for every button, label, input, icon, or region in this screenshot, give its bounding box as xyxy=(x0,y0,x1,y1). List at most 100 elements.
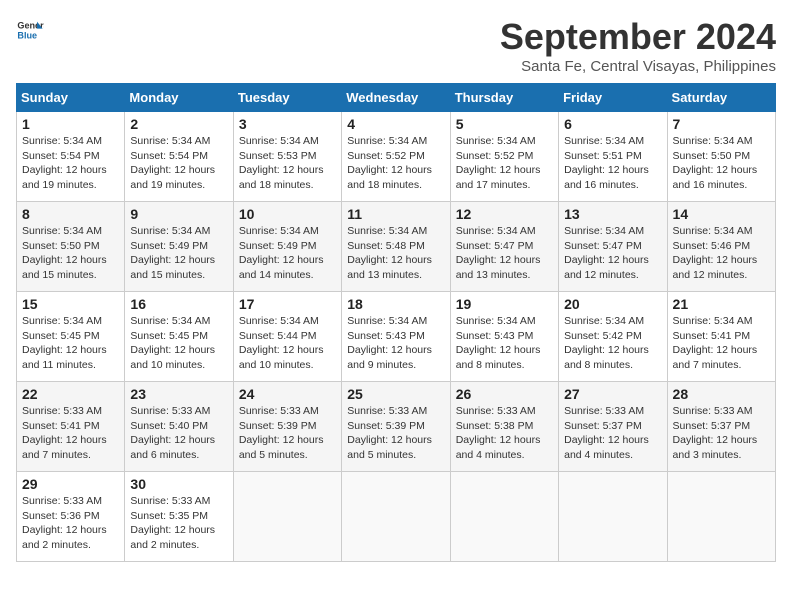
col-friday: Friday xyxy=(559,84,667,112)
calendar-cell: 15 Sunrise: 5:34 AMSunset: 5:45 PMDaylig… xyxy=(17,292,125,382)
day-detail: Sunrise: 5:34 AMSunset: 5:49 PMDaylight:… xyxy=(130,224,227,283)
month-title: September 2024 xyxy=(500,16,776,58)
calendar-cell: 4 Sunrise: 5:34 AMSunset: 5:52 PMDayligh… xyxy=(342,112,450,202)
day-detail: Sunrise: 5:33 AMSunset: 5:39 PMDaylight:… xyxy=(347,404,444,463)
calendar-cell: 8 Sunrise: 5:34 AMSunset: 5:50 PMDayligh… xyxy=(17,202,125,292)
calendar-table: Sunday Monday Tuesday Wednesday Thursday… xyxy=(16,83,776,562)
day-number: 13 xyxy=(564,206,661,222)
calendar-cell: 9 Sunrise: 5:34 AMSunset: 5:49 PMDayligh… xyxy=(125,202,233,292)
day-detail: Sunrise: 5:34 AMSunset: 5:42 PMDaylight:… xyxy=(564,314,661,373)
day-detail: Sunrise: 5:33 AMSunset: 5:40 PMDaylight:… xyxy=(130,404,227,463)
calendar-cell: 25 Sunrise: 5:33 AMSunset: 5:39 PMDaylig… xyxy=(342,382,450,472)
day-number: 8 xyxy=(22,206,119,222)
calendar-cell: 17 Sunrise: 5:34 AMSunset: 5:44 PMDaylig… xyxy=(233,292,341,382)
calendar-cell: 18 Sunrise: 5:34 AMSunset: 5:43 PMDaylig… xyxy=(342,292,450,382)
calendar-cell: 11 Sunrise: 5:34 AMSunset: 5:48 PMDaylig… xyxy=(342,202,450,292)
day-number: 26 xyxy=(456,386,553,402)
day-detail: Sunrise: 5:34 AMSunset: 5:41 PMDaylight:… xyxy=(673,314,770,373)
page-header: General Blue September 2024 Santa Fe, Ce… xyxy=(16,16,776,75)
calendar-week-row: 8 Sunrise: 5:34 AMSunset: 5:50 PMDayligh… xyxy=(17,202,776,292)
day-detail: Sunrise: 5:34 AMSunset: 5:45 PMDaylight:… xyxy=(22,314,119,373)
calendar-week-row: 29 Sunrise: 5:33 AMSunset: 5:36 PMDaylig… xyxy=(17,472,776,562)
calendar-cell: 23 Sunrise: 5:33 AMSunset: 5:40 PMDaylig… xyxy=(125,382,233,472)
day-number: 29 xyxy=(22,476,119,492)
title-block: September 2024 Santa Fe, Central Visayas… xyxy=(500,16,776,75)
calendar-cell: 24 Sunrise: 5:33 AMSunset: 5:39 PMDaylig… xyxy=(233,382,341,472)
day-detail: Sunrise: 5:33 AMSunset: 5:41 PMDaylight:… xyxy=(22,404,119,463)
day-detail: Sunrise: 5:34 AMSunset: 5:46 PMDaylight:… xyxy=(673,224,770,283)
day-number: 14 xyxy=(673,206,770,222)
day-number: 5 xyxy=(456,116,553,132)
calendar-cell: 20 Sunrise: 5:34 AMSunset: 5:42 PMDaylig… xyxy=(559,292,667,382)
day-detail: Sunrise: 5:34 AMSunset: 5:50 PMDaylight:… xyxy=(22,224,119,283)
day-detail: Sunrise: 5:33 AMSunset: 5:37 PMDaylight:… xyxy=(564,404,661,463)
calendar-cell xyxy=(559,472,667,562)
day-number: 10 xyxy=(239,206,336,222)
calendar-cell: 26 Sunrise: 5:33 AMSunset: 5:38 PMDaylig… xyxy=(450,382,558,472)
day-detail: Sunrise: 5:33 AMSunset: 5:35 PMDaylight:… xyxy=(130,494,227,553)
calendar-cell: 13 Sunrise: 5:34 AMSunset: 5:47 PMDaylig… xyxy=(559,202,667,292)
calendar-cell: 6 Sunrise: 5:34 AMSunset: 5:51 PMDayligh… xyxy=(559,112,667,202)
col-sunday: Sunday xyxy=(17,84,125,112)
calendar-cell xyxy=(233,472,341,562)
calendar-cell: 12 Sunrise: 5:34 AMSunset: 5:47 PMDaylig… xyxy=(450,202,558,292)
day-detail: Sunrise: 5:34 AMSunset: 5:54 PMDaylight:… xyxy=(22,134,119,193)
calendar-cell: 5 Sunrise: 5:34 AMSunset: 5:52 PMDayligh… xyxy=(450,112,558,202)
calendar-cell: 22 Sunrise: 5:33 AMSunset: 5:41 PMDaylig… xyxy=(17,382,125,472)
day-number: 18 xyxy=(347,296,444,312)
calendar-cell xyxy=(450,472,558,562)
day-detail: Sunrise: 5:34 AMSunset: 5:43 PMDaylight:… xyxy=(347,314,444,373)
day-detail: Sunrise: 5:33 AMSunset: 5:39 PMDaylight:… xyxy=(239,404,336,463)
logo-icon: General Blue xyxy=(16,16,44,44)
col-tuesday: Tuesday xyxy=(233,84,341,112)
day-detail: Sunrise: 5:34 AMSunset: 5:49 PMDaylight:… xyxy=(239,224,336,283)
calendar-cell: 16 Sunrise: 5:34 AMSunset: 5:45 PMDaylig… xyxy=(125,292,233,382)
calendar-cell: 29 Sunrise: 5:33 AMSunset: 5:36 PMDaylig… xyxy=(17,472,125,562)
day-number: 11 xyxy=(347,206,444,222)
calendar-cell: 27 Sunrise: 5:33 AMSunset: 5:37 PMDaylig… xyxy=(559,382,667,472)
calendar-cell: 14 Sunrise: 5:34 AMSunset: 5:46 PMDaylig… xyxy=(667,202,775,292)
calendar-cell: 28 Sunrise: 5:33 AMSunset: 5:37 PMDaylig… xyxy=(667,382,775,472)
svg-text:Blue: Blue xyxy=(17,30,37,40)
day-detail: Sunrise: 5:34 AMSunset: 5:53 PMDaylight:… xyxy=(239,134,336,193)
calendar-cell: 1 Sunrise: 5:34 AMSunset: 5:54 PMDayligh… xyxy=(17,112,125,202)
col-thursday: Thursday xyxy=(450,84,558,112)
day-detail: Sunrise: 5:34 AMSunset: 5:52 PMDaylight:… xyxy=(347,134,444,193)
calendar-cell: 21 Sunrise: 5:34 AMSunset: 5:41 PMDaylig… xyxy=(667,292,775,382)
day-detail: Sunrise: 5:34 AMSunset: 5:47 PMDaylight:… xyxy=(564,224,661,283)
col-wednesday: Wednesday xyxy=(342,84,450,112)
calendar-cell xyxy=(667,472,775,562)
day-number: 24 xyxy=(239,386,336,402)
col-saturday: Saturday xyxy=(667,84,775,112)
day-number: 6 xyxy=(564,116,661,132)
day-number: 4 xyxy=(347,116,444,132)
calendar-cell: 2 Sunrise: 5:34 AMSunset: 5:54 PMDayligh… xyxy=(125,112,233,202)
calendar-body: 1 Sunrise: 5:34 AMSunset: 5:54 PMDayligh… xyxy=(17,112,776,562)
day-detail: Sunrise: 5:33 AMSunset: 5:37 PMDaylight:… xyxy=(673,404,770,463)
day-number: 7 xyxy=(673,116,770,132)
day-number: 20 xyxy=(564,296,661,312)
day-number: 23 xyxy=(130,386,227,402)
day-detail: Sunrise: 5:34 AMSunset: 5:52 PMDaylight:… xyxy=(456,134,553,193)
day-detail: Sunrise: 5:34 AMSunset: 5:43 PMDaylight:… xyxy=(456,314,553,373)
calendar-cell: 10 Sunrise: 5:34 AMSunset: 5:49 PMDaylig… xyxy=(233,202,341,292)
day-number: 22 xyxy=(22,386,119,402)
calendar-cell: 30 Sunrise: 5:33 AMSunset: 5:35 PMDaylig… xyxy=(125,472,233,562)
day-number: 28 xyxy=(673,386,770,402)
day-number: 27 xyxy=(564,386,661,402)
day-number: 3 xyxy=(239,116,336,132)
day-detail: Sunrise: 5:34 AMSunset: 5:44 PMDaylight:… xyxy=(239,314,336,373)
calendar-cell: 3 Sunrise: 5:34 AMSunset: 5:53 PMDayligh… xyxy=(233,112,341,202)
location-subtitle: Santa Fe, Central Visayas, Philippines xyxy=(500,58,776,75)
day-detail: Sunrise: 5:34 AMSunset: 5:48 PMDaylight:… xyxy=(347,224,444,283)
day-number: 2 xyxy=(130,116,227,132)
calendar-week-row: 15 Sunrise: 5:34 AMSunset: 5:45 PMDaylig… xyxy=(17,292,776,382)
day-number: 1 xyxy=(22,116,119,132)
col-monday: Monday xyxy=(125,84,233,112)
day-detail: Sunrise: 5:34 AMSunset: 5:50 PMDaylight:… xyxy=(673,134,770,193)
day-number: 30 xyxy=(130,476,227,492)
logo: General Blue xyxy=(16,16,44,44)
day-detail: Sunrise: 5:34 AMSunset: 5:51 PMDaylight:… xyxy=(564,134,661,193)
calendar-week-row: 22 Sunrise: 5:33 AMSunset: 5:41 PMDaylig… xyxy=(17,382,776,472)
day-number: 12 xyxy=(456,206,553,222)
